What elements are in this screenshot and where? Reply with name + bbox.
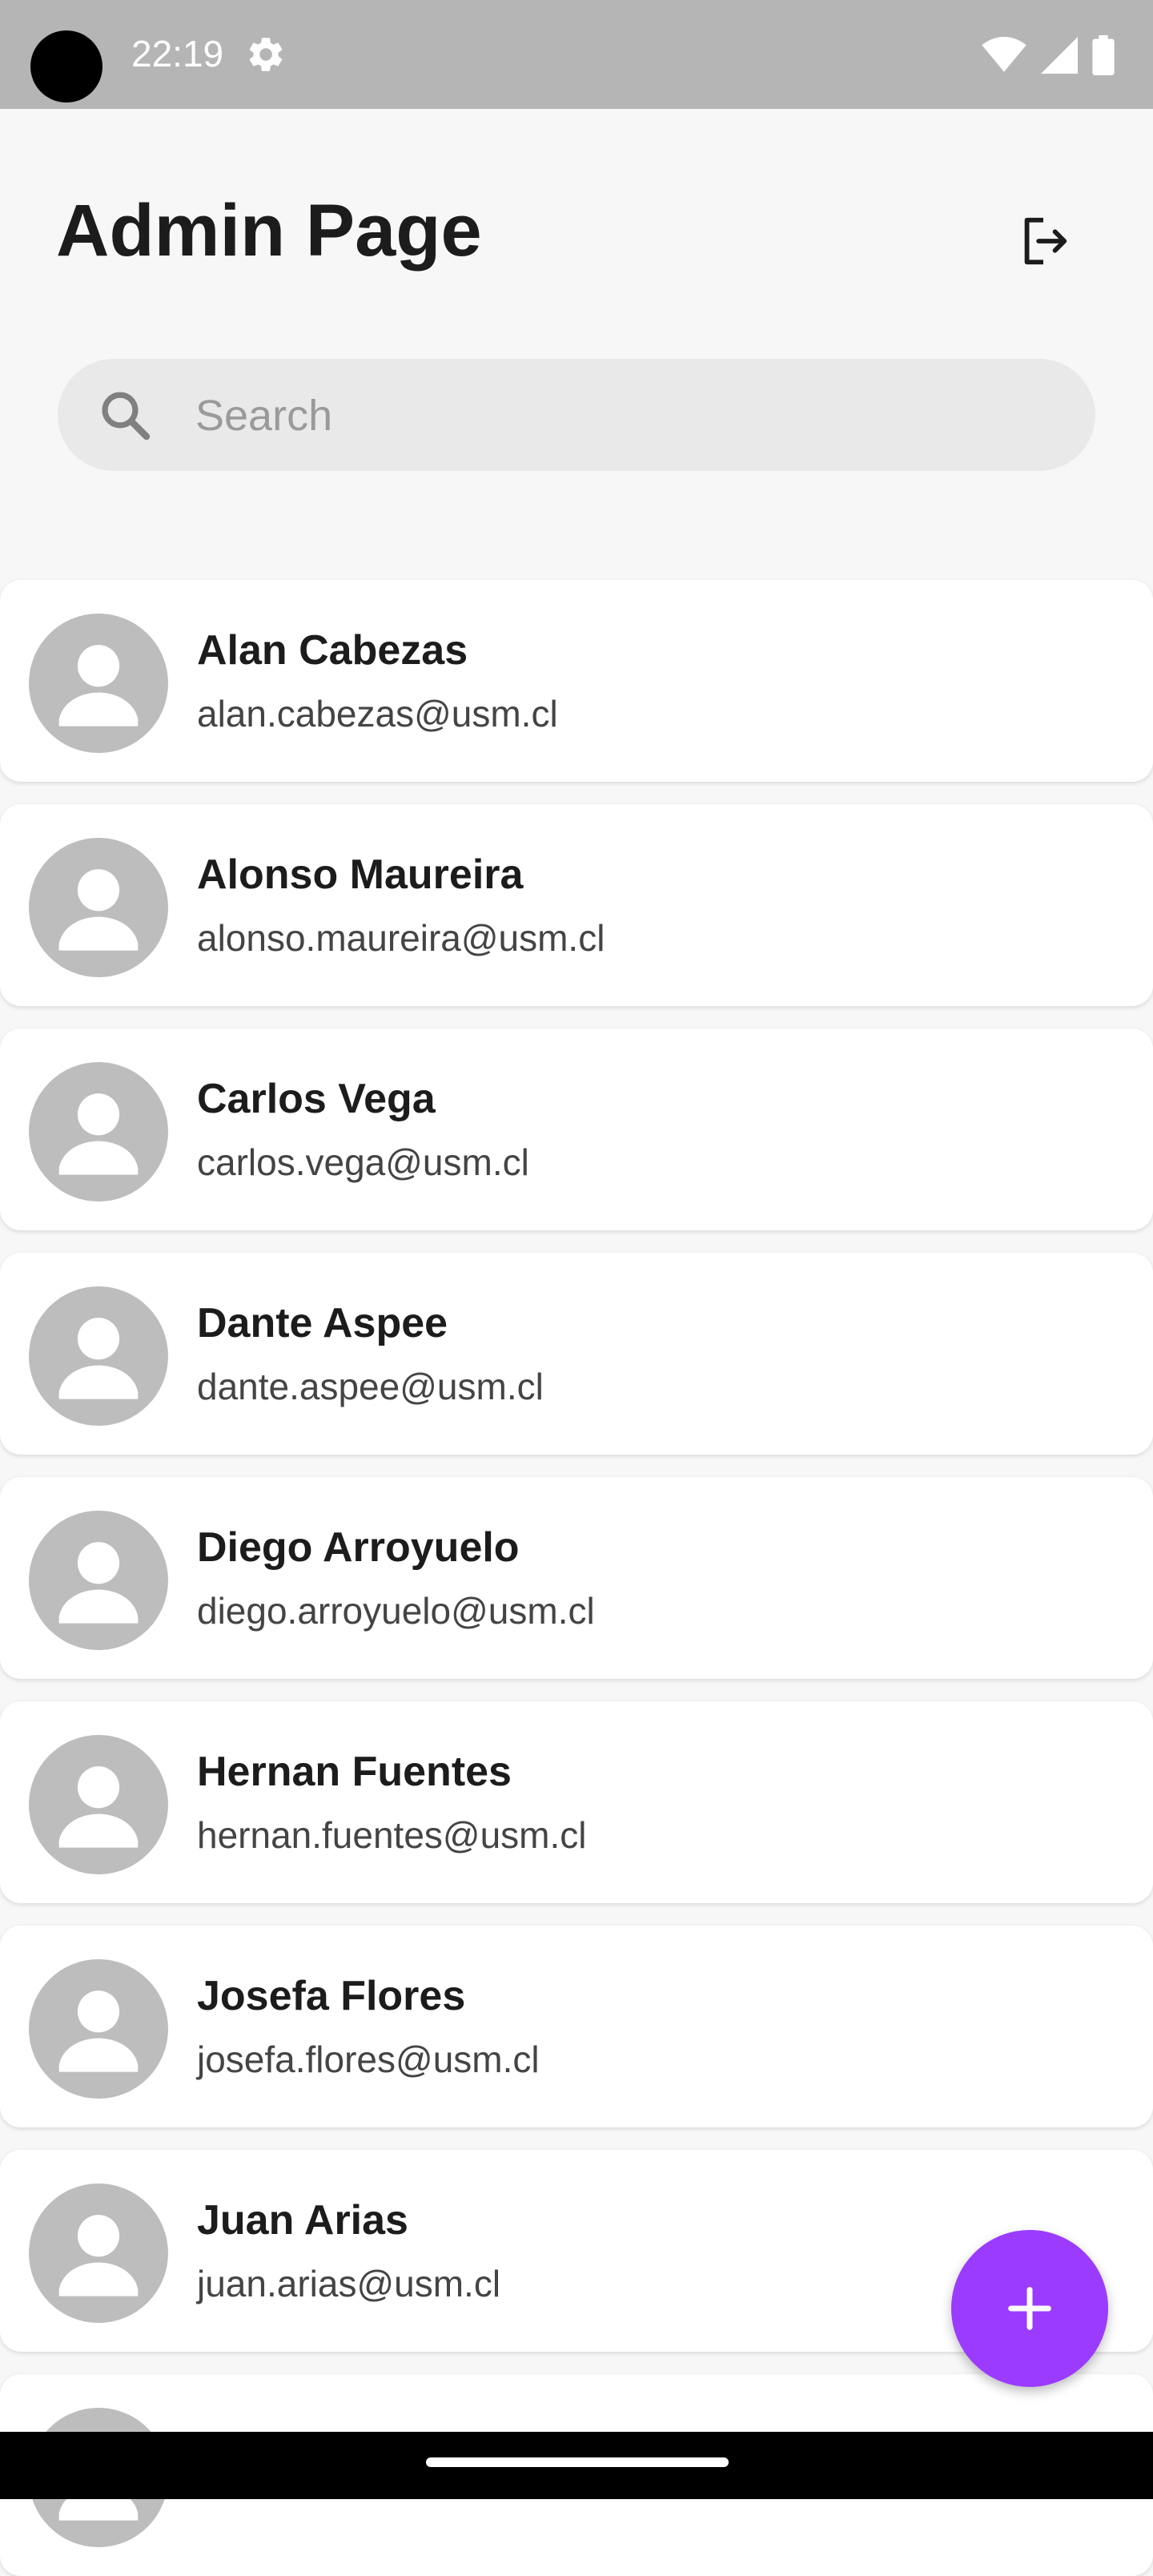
app-header: Admin Page — [0, 109, 1153, 341]
add-user-button[interactable] — [951, 2230, 1108, 2387]
settings-gear-icon — [249, 38, 283, 71]
list-item[interactable]: Alan Cabezas alan.cabezas@usm.cl — [0, 580, 1153, 782]
home-gesture-handle[interactable] — [426, 2457, 729, 2467]
search-bar[interactable] — [58, 359, 1095, 473]
list-item[interactable]: Dante Aspee dante.aspee@usm.cl — [0, 1253, 1153, 1455]
camera-cutout — [30, 30, 102, 103]
status-bar: 22:19 — [0, 0, 1153, 109]
user-name: Alonso Maureira — [197, 851, 524, 898]
user-name: Dante Aspee — [197, 1300, 448, 1346]
user-email: diego.arroyuelo@usm.cl — [197, 1590, 595, 1632]
user-name: Alan Cabezas — [197, 627, 468, 674]
list-item[interactable]: Josefa Flores josefa.flores@usm.cl — [0, 1926, 1153, 2127]
status-time: 22:19 — [131, 33, 224, 74]
logout-button[interactable] — [1007, 205, 1079, 277]
status-icons — [982, 35, 1115, 75]
avatar-icon — [29, 1511, 168, 1650]
navigation-bar — [0, 2432, 1153, 2499]
battery-icon — [1092, 35, 1115, 75]
user-name: Diego Arroyuelo — [197, 1524, 520, 1571]
user-name: Juan Arias — [197, 2197, 408, 2244]
user-email: dante.aspee@usm.cl — [197, 1366, 544, 1407]
list-item[interactable]: Carlos Vega carlos.vega@usm.cl — [0, 1028, 1153, 1230]
list-item[interactable]: Diego Arroyuelo diego.arroyuelo@usm.cl — [0, 1477, 1153, 1679]
user-email: alonso.maureira@usm.cl — [197, 917, 605, 959]
search-input[interactable] — [194, 359, 1046, 473]
search-icon — [102, 392, 151, 441]
avatar-icon — [29, 2184, 168, 2323]
avatar-icon — [29, 1286, 168, 1426]
user-name: Hernan Fuentes — [197, 1749, 512, 1795]
page-title: Admin Page — [56, 190, 482, 272]
signal-icon — [1041, 37, 1078, 74]
list-item[interactable]: Alonso Maureira alonso.maureira@usm.cl — [0, 804, 1153, 1006]
wifi-icon — [982, 37, 1026, 72]
avatar-icon — [29, 1959, 168, 2099]
user-email: juan.arias@usm.cl — [197, 2263, 501, 2304]
user-name: Carlos Vega — [197, 1076, 436, 1122]
user-name: Josefa Flores — [197, 1973, 466, 2019]
user-email: hernan.fuentes@usm.cl — [197, 1814, 587, 1856]
list-item[interactable]: Hernan Fuentes hernan.fuentes@usm.cl — [0, 1701, 1153, 1903]
avatar-icon — [29, 614, 168, 753]
logout-icon — [1024, 217, 1067, 265]
avatar-icon — [29, 1735, 168, 1874]
user-email: josefa.flores@usm.cl — [197, 2039, 540, 2080]
avatar-icon — [29, 838, 168, 977]
user-email: carlos.vega@usm.cl — [197, 1141, 529, 1183]
user-email: alan.cabezas@usm.cl — [197, 693, 558, 735]
plus-icon — [1008, 2287, 1051, 2330]
avatar-icon — [29, 1062, 168, 1201]
